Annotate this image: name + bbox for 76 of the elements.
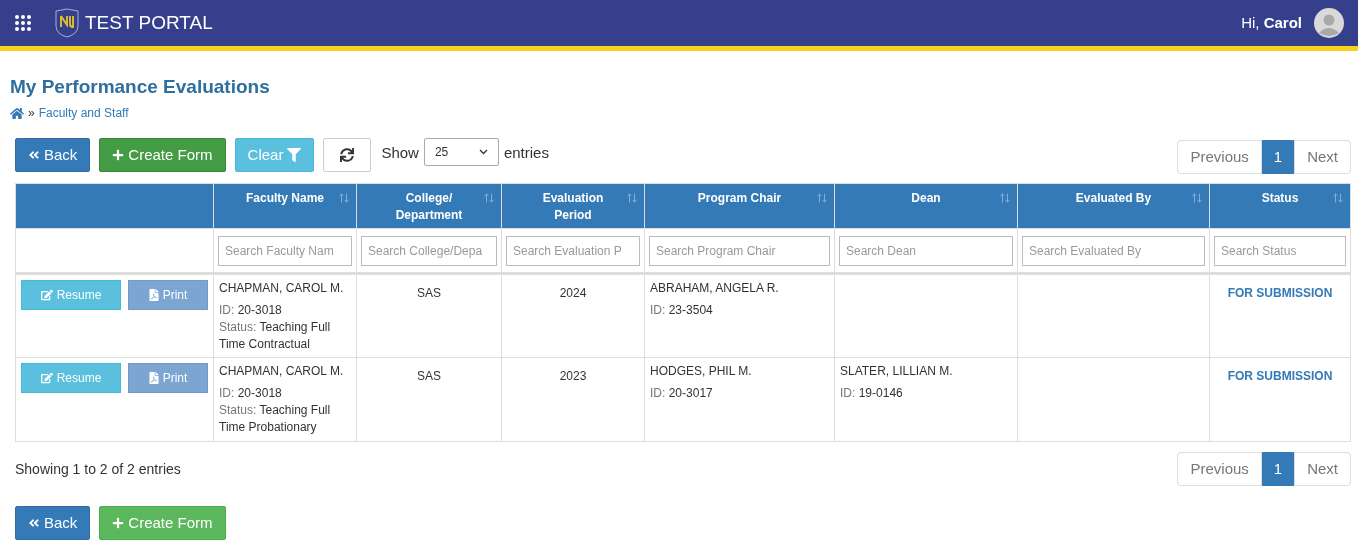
edit-icon	[40, 289, 53, 301]
sort-icon	[1332, 192, 1344, 204]
column-search-field[interactable]: Search Evaluation P	[506, 235, 640, 266]
show-label: Show	[381, 143, 419, 163]
column-search-field[interactable]: Search Program Chair	[649, 235, 830, 266]
column-search-field[interactable]: Search Evaluated By	[1022, 235, 1205, 266]
sort-icon	[338, 192, 350, 204]
column-header[interactable]: Dean	[834, 183, 1018, 229]
breadcrumb-link[interactable]: Faculty and Staff	[38, 104, 129, 122]
pdf-file-icon	[148, 289, 159, 301]
sort-icon	[483, 192, 495, 204]
user-greeting: Hi, Carol	[1241, 12, 1302, 33]
column-header[interactable]: Evaluated By	[1017, 183, 1210, 229]
person-name: ABRAHAM, ANGELA R.	[650, 280, 780, 297]
filter-icon	[287, 148, 302, 162]
previous-page-button[interactable]: Previous	[1177, 140, 1262, 174]
person-name: CHAPMAN, CAROL M.	[219, 363, 345, 380]
sort-icon	[816, 192, 828, 204]
breadcrumb-separator: »	[28, 105, 35, 122]
employment-status: Status: Teaching Full Time Contractual	[219, 319, 332, 353]
entries-label: entries	[503, 143, 549, 163]
evaluation-status: FOR SUBMISSION	[1227, 369, 1333, 383]
column-header[interactable]: Faculty Name	[213, 183, 357, 229]
create-form-button[interactable]: Create Form	[99, 506, 226, 540]
person-name: SLATER, LILLIAN M.	[840, 363, 954, 380]
column-search-field[interactable]: Search Status	[1214, 235, 1346, 266]
column-search-field[interactable]: Search Dean	[839, 235, 1013, 266]
page-title: My Performance Evaluations	[10, 75, 271, 99]
entries-select[interactable]: 25	[423, 138, 499, 166]
chevron-down-icon	[478, 149, 488, 155]
refresh-icon	[340, 148, 355, 162]
person-id: ID: 20-3018	[219, 385, 283, 402]
apps-grid-icon[interactable]	[14, 14, 32, 32]
plus-icon	[112, 517, 125, 529]
person-id: ID: 23-3504	[650, 302, 714, 319]
page-number-button[interactable]: 1	[1261, 452, 1295, 486]
person-id: ID: 19-0146	[840, 385, 904, 402]
evaluation-status: FOR SUBMISSION	[1227, 286, 1333, 300]
sort-icon	[1191, 192, 1203, 204]
table-cell: SAS	[417, 286, 441, 300]
previous-page-button[interactable]: Previous	[1177, 452, 1262, 486]
double-chevron-left-icon	[28, 149, 40, 161]
table-cell: 2023	[559, 369, 587, 383]
next-page-button[interactable]: Next	[1294, 140, 1351, 174]
person-name: HODGES, PHIL M.	[650, 363, 753, 380]
person-name: CHAPMAN, CAROL M.	[219, 280, 345, 297]
plus-icon	[112, 149, 125, 161]
page-number-button[interactable]: 1	[1261, 140, 1295, 174]
print-button[interactable]: Print	[128, 280, 208, 310]
column-header[interactable]: Status	[1209, 183, 1351, 229]
column-search-field[interactable]: Search Faculty Nam	[218, 235, 352, 266]
shield-logo-icon	[54, 8, 80, 38]
table-cell: 2024	[559, 286, 587, 300]
person-id: ID: 20-3017	[650, 385, 714, 402]
column-search-field[interactable]: Search College/Depa	[361, 235, 497, 266]
home-icon[interactable]	[10, 106, 24, 120]
entries-info: Showing 1 to 2 of 2 entries	[15, 459, 181, 479]
next-page-button[interactable]: Next	[1294, 452, 1351, 486]
create-form-button[interactable]: Create Form	[99, 138, 226, 172]
print-button[interactable]: Print	[128, 363, 208, 393]
back-button[interactable]: Back	[15, 138, 91, 172]
sort-icon	[626, 192, 638, 204]
sort-icon	[999, 192, 1011, 204]
column-header[interactable]: College/ Department	[356, 183, 502, 229]
person-id: ID: 20-3018	[219, 302, 283, 319]
back-button[interactable]: Back	[15, 506, 91, 540]
portal-title: TEST PORTAL	[85, 10, 213, 35]
pdf-file-icon	[148, 372, 159, 384]
employment-status: Status: Teaching Full Time Probationary	[219, 402, 332, 436]
user-avatar-icon[interactable]	[1314, 8, 1344, 38]
refresh-button[interactable]	[323, 138, 372, 172]
double-chevron-left-icon	[28, 517, 40, 529]
edit-icon	[40, 372, 53, 384]
table-cell: SAS	[417, 369, 441, 383]
column-header[interactable]: Evaluation Period	[501, 183, 645, 229]
column-header[interactable]: Program Chair	[644, 183, 835, 229]
